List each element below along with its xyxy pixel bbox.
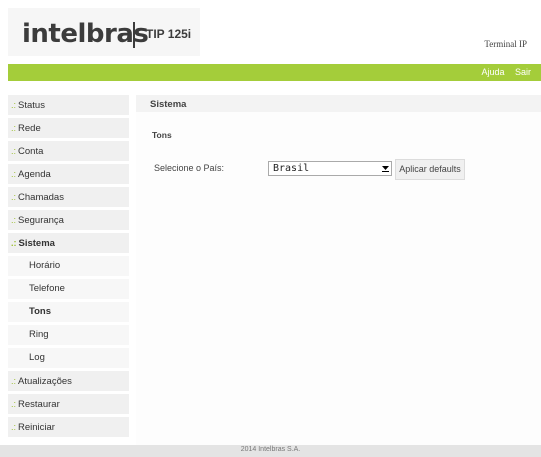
sidebar-item-label: Rede: [18, 123, 41, 134]
sidebar-item-restaurar[interactable]: .: Restaurar: [8, 394, 129, 414]
logo-separator: [133, 22, 135, 48]
bullet-icon: .:: [11, 422, 17, 432]
sidebar-menu: .: Status .: Rede .: Conta .: Agenda .: Chama…: [8, 95, 129, 440]
sidebar-subitem-label: Horário: [29, 260, 61, 271]
bullet-icon: .:: [11, 192, 17, 202]
terminal-label: Terminal IP: [484, 39, 527, 49]
sidebar-subitem-log[interactable]: Log: [8, 348, 129, 368]
sidebar-subitem-label: Log: [29, 352, 45, 363]
country-select-value: Brasil: [273, 163, 310, 174]
apply-defaults-button[interactable]: Aplicar defaults: [395, 159, 465, 180]
sidebar-subitem-telefone[interactable]: Telefone: [8, 279, 129, 299]
sidebar-item-label: Conta: [18, 146, 44, 157]
sidebar-item-conta[interactable]: .: Conta: [8, 141, 129, 161]
sidebar-item-label: Reiniciar: [18, 422, 55, 433]
top-nav-bar: Ajuda Sair: [8, 64, 541, 81]
page: intelbras TIP 125i Terminal IP Ajuda Sai…: [0, 0, 541, 457]
chevron-down-icon[interactable]: [380, 163, 390, 174]
sidebar-item-atualizacoes[interactable]: .: Atualizações: [8, 371, 129, 391]
footer-copyright: 2014 Intelbras S.A.: [240, 446, 301, 453]
sidebar-item-chamadas[interactable]: .: Chamadas: [8, 187, 129, 207]
sidebar-subitem-horario[interactable]: Horário: [8, 256, 129, 276]
page-title: Tons: [152, 130, 172, 140]
logo-area: intelbras TIP 125i: [8, 8, 200, 56]
sidebar-item-label: Restaurar: [18, 399, 60, 410]
sidebar-item-sistema[interactable]: .: Sistema: [8, 233, 129, 253]
help-link[interactable]: Ajuda: [481, 67, 504, 77]
sidebar-item-label: Agenda: [18, 169, 51, 180]
bullet-icon: .:: [11, 146, 17, 156]
sidebar-item-rede[interactable]: .: Rede: [8, 118, 129, 138]
sidebar-item-status[interactable]: .: Status: [8, 95, 129, 115]
sidebar-item-reiniciar[interactable]: .: Reiniciar: [8, 417, 129, 437]
bullet-icon: .:: [11, 399, 17, 409]
sidebar-item-agenda[interactable]: .: Agenda: [8, 164, 129, 184]
main-panel: Sistema Tons Selecione o País: Brasil Ap…: [136, 95, 541, 445]
header: intelbras TIP 125i Terminal IP: [0, 0, 541, 64]
footer: 2014 Intelbras S.A.: [0, 445, 541, 457]
country-select[interactable]: Brasil: [268, 161, 392, 176]
bullet-icon: .:: [11, 100, 17, 110]
bullet-icon: .:: [11, 376, 17, 386]
sidebar-item-label: Atualizações: [18, 376, 72, 387]
sidebar-subitem-label: Telefone: [29, 283, 65, 294]
section-title: Sistema: [150, 99, 187, 110]
sidebar-item-label: Sistema: [18, 238, 55, 249]
sidebar-subitem-tons[interactable]: Tons: [8, 302, 129, 322]
sidebar-subitem-label: Ring: [29, 329, 49, 340]
section-header: Sistema: [136, 95, 541, 112]
sidebar-item-seguranca[interactable]: .: Segurança: [8, 210, 129, 230]
bullet-icon: .:: [11, 215, 17, 225]
exit-link[interactable]: Sair: [515, 67, 531, 77]
sidebar-item-label: Chamadas: [18, 192, 64, 203]
brand-logo: intelbras: [22, 19, 149, 49]
sidebar-item-label: Status: [18, 100, 45, 111]
country-label: Selecione o País:: [154, 163, 225, 173]
bullet-icon: .:: [11, 123, 17, 133]
sidebar-subitem-ring[interactable]: Ring: [8, 325, 129, 345]
bullet-icon: .:: [11, 238, 17, 248]
bullet-icon: .:: [11, 169, 17, 179]
dropdown-arrow-icon: [381, 166, 389, 172]
sidebar-item-label: Segurança: [18, 215, 64, 226]
model-name: TIP 125i: [146, 27, 192, 41]
sidebar-subitem-label: Tons: [29, 306, 51, 317]
